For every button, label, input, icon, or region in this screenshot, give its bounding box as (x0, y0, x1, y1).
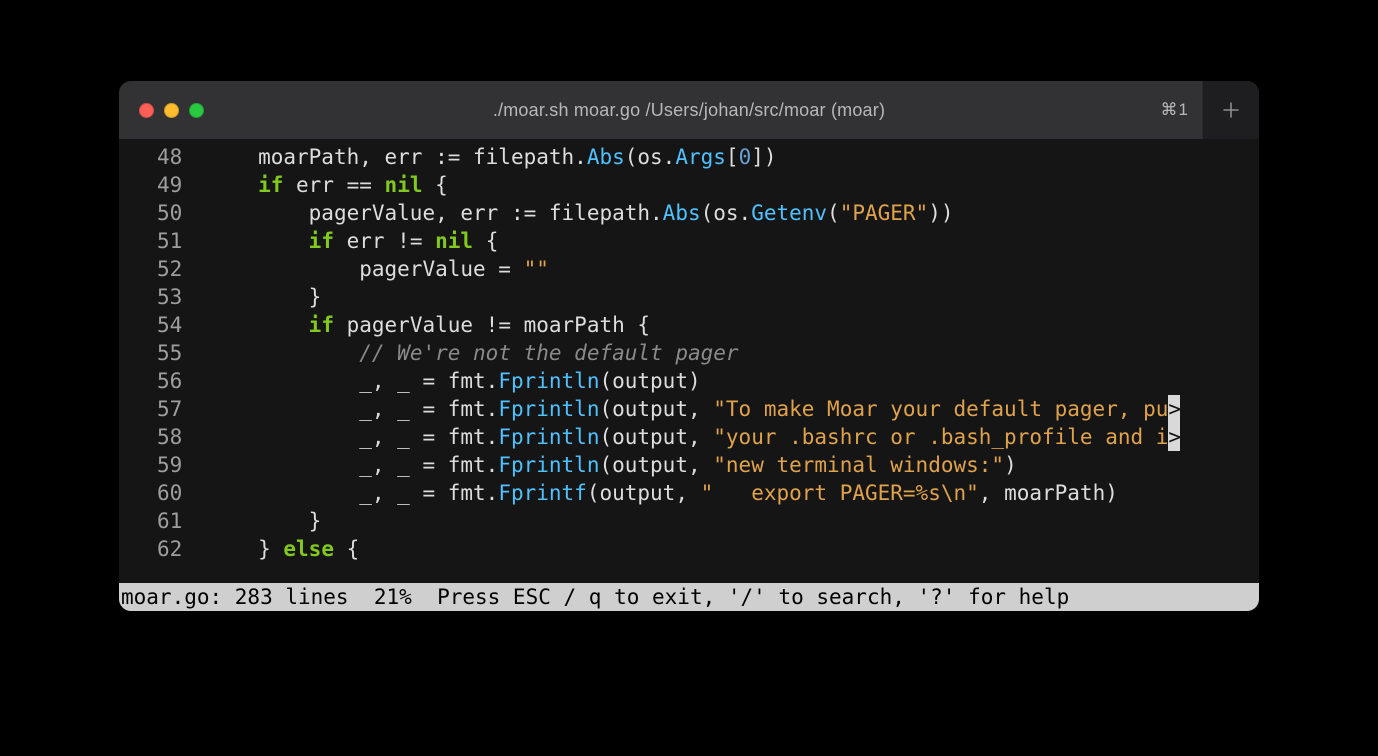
window-title: ./moar.sh moar.go /Users/johan/src/moar … (119, 100, 1259, 121)
code-viewport: 48 moarPath, err := filepath.Abs(os.Args… (119, 139, 1259, 563)
terminal-body[interactable]: 48 moarPath, err := filepath.Abs(os.Args… (119, 139, 1259, 583)
traffic-lights (139, 103, 204, 118)
terminal-window: ./moar.sh moar.go /Users/johan/src/moar … (119, 81, 1259, 611)
pager-status-bar: moar.go: 283 lines 21% Press ESC / q to … (119, 583, 1259, 611)
close-icon[interactable] (139, 103, 154, 118)
tab-shortcut-label: ⌘1 (1161, 100, 1189, 120)
new-tab-button[interactable] (1202, 81, 1259, 139)
titlebar: ./moar.sh moar.go /Users/johan/src/moar … (119, 81, 1259, 139)
fullscreen-icon[interactable] (189, 103, 204, 118)
minimize-icon[interactable] (164, 103, 179, 118)
plus-icon (1222, 101, 1240, 119)
